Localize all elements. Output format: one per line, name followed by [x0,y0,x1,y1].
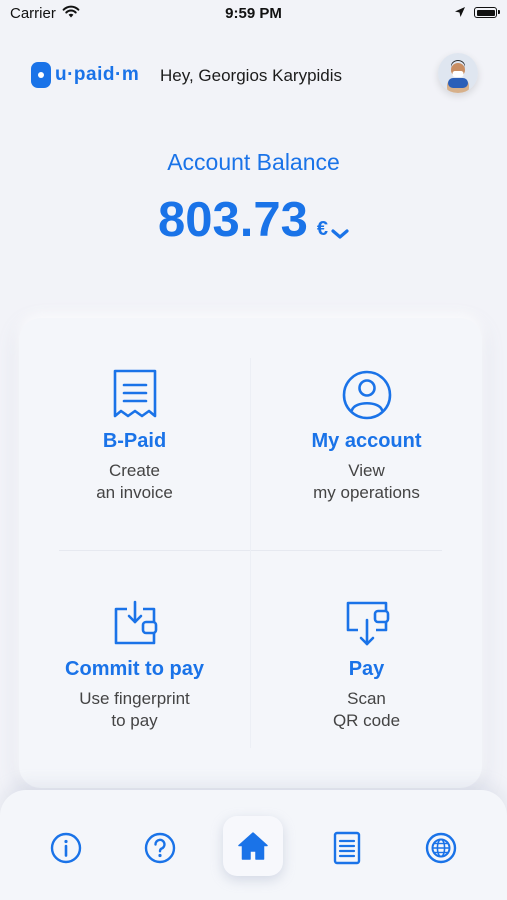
balance-row: 803.73 € [0,190,507,250]
balance-amount: 803.73 [158,193,308,247]
status-time: 9:59 PM [225,5,282,22]
tile-subtitle-line: an invoice [96,483,173,502]
tab-info[interactable] [46,828,86,868]
tile-subtitle-line: View [348,461,385,480]
tile-subtitle-line: my operations [313,483,420,502]
currency-chevron-down-icon[interactable] [331,228,349,240]
logo-badge-icon [31,62,51,88]
receipt-icon [113,369,156,418]
home-icon [238,832,268,860]
avatar-image [438,53,478,93]
tile-title: B-Paid [102,430,167,452]
wallet-scan-icon [346,601,389,646]
tile-subtitle-line: QR code [332,711,401,730]
battery-icon [474,7,500,18]
tab-language[interactable] [421,828,461,868]
greeting-text: Hey, Georgios Karypidis [160,66,343,85]
tile-pay[interactable]: Pay Scan QR code [251,600,482,732]
tile-my-account[interactable]: My account View my operations [251,370,482,504]
tile-title: My account [311,430,422,452]
bottom-tab-bar [0,790,507,900]
tile-subtitle: View my operations [251,460,482,504]
tile-title: Pay [348,658,385,680]
avatar[interactable] [438,53,478,93]
balance-label: Account Balance [167,149,340,175]
tab-documents[interactable] [327,828,367,868]
tile-title: Commit to pay [65,658,204,680]
app-logo: u·paid·m [31,61,139,89]
globe-icon [425,832,457,864]
tile-subtitle: Use fingerprint to pay [19,688,250,732]
info-icon [50,832,82,864]
tile-subtitle: Create an invoice [19,460,250,504]
status-bar: Carrier 9:59 PM [0,0,507,30]
tile-b-paid[interactable]: B-Paid Create an invoice [19,368,250,504]
tile-subtitle-line: Use fingerprint [79,689,190,708]
tile-commit-to-pay[interactable]: Commit to pay Use fingerprint to pay [19,600,250,732]
help-icon [144,832,176,864]
wallet-download-icon [114,600,157,645]
tile-subtitle-line: Create [108,461,161,480]
tab-home[interactable] [223,816,283,876]
tile-subtitle: Scan QR code [251,688,482,732]
document-icon [333,831,361,865]
location-arrow-icon [455,7,465,17]
tab-help[interactable] [140,828,180,868]
tile-subtitle-line: Scan [347,689,386,708]
tile-subtitle-line: to pay [111,711,158,730]
user-circle-icon [342,370,391,420]
currency-symbol: € [316,218,328,240]
logo-text: u·paid·m [55,64,140,85]
actions-card: B-Paid Create an invoice My account View… [19,318,482,788]
